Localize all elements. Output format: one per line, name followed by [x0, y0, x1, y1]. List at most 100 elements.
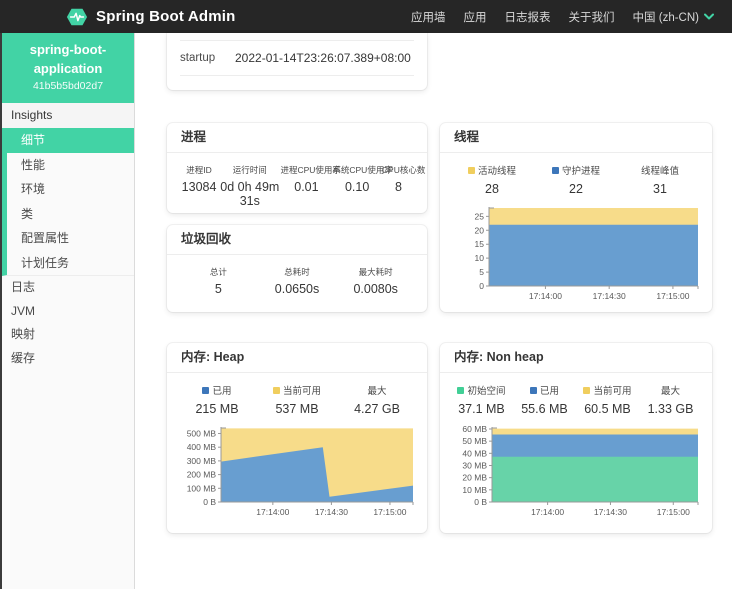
svg-text:17:14:30: 17:14:30 [315, 507, 348, 517]
process-card-title: 进程 [167, 123, 427, 153]
gc-card-title: 垃圾回收 [167, 225, 427, 255]
nonheap-max-label: 最大 [661, 383, 680, 397]
svg-text:100 MB: 100 MB [187, 483, 217, 493]
heap-available-value: 537 MB [257, 402, 337, 416]
svg-text:25: 25 [475, 211, 485, 221]
process-cpu-value: 0.01 [280, 180, 332, 194]
svg-text:300 MB: 300 MB [187, 456, 217, 466]
peak-threads-label: 线程峰值 [641, 163, 679, 177]
svg-text:17:14:00: 17:14:00 [529, 291, 562, 301]
nonheap-initial-swatch [457, 387, 464, 394]
gc-max-time-value: 0.0080s [336, 282, 415, 296]
daemon-threads-label: 守护进程 [562, 163, 600, 177]
sidebar-item-jvm[interactable]: JVM [2, 300, 134, 324]
sidebar-item-mappings[interactable]: 映射 [2, 323, 134, 347]
svg-text:0: 0 [479, 281, 484, 291]
spring-boot-admin-logo-icon [66, 6, 88, 28]
sidebar-item-insights[interactable]: Insights [2, 103, 134, 128]
threads-legend: 活动线程28 守护进程22 线程峰值31 [440, 163, 712, 196]
heap-available-swatch [273, 387, 280, 394]
process-col-cores: CPU核心数 [382, 164, 415, 176]
daemon-threads-swatch [552, 167, 559, 174]
svg-text:15: 15 [475, 239, 485, 249]
svg-text:400 MB: 400 MB [187, 442, 217, 452]
nonheap-used-swatch [530, 387, 537, 394]
locale-label: 中国 (zh-CN) [633, 9, 699, 25]
nonheap-used-label: 已用 [540, 383, 559, 397]
gc-total-time-value: 0.0650s [258, 282, 337, 296]
nav-journal[interactable]: 日志报表 [505, 9, 551, 25]
process-pid-value: 13084 [179, 180, 219, 194]
sidebar-item-scheduled-tasks[interactable]: 计划任务 [7, 251, 134, 276]
svg-text:0 B: 0 B [203, 497, 216, 507]
heap-used-swatch [202, 387, 209, 394]
svg-text:17:15:00: 17:15:00 [373, 507, 406, 517]
top-navigation: 应用墙 应用 日志报表 关于我们 中国 (zh-CN) [411, 9, 714, 25]
locale-selector[interactable]: 中国 (zh-CN) [633, 9, 714, 25]
nonheap-initial-label: 初始空间 [467, 383, 505, 397]
process-uptime-value: 0d 0h 49m 31s [219, 180, 280, 208]
svg-text:17:14:00: 17:14:00 [531, 507, 564, 517]
nonheap-chart: 0 B10 MB20 MB30 MB40 MB50 MB60 MB17:14:0… [454, 423, 698, 517]
heap-used-value: 215 MB [177, 402, 257, 416]
heap-memory-card: 内存: Heap 已用215 MB 当前可用537 MB 最大4.27 GB 0… [167, 343, 427, 533]
nav-applications[interactable]: 应用 [464, 9, 487, 25]
application-name: spring-boot-application [12, 41, 124, 79]
heap-card-title: 内存: Heap [167, 343, 427, 373]
nonheap-legend: 初始空间37.1 MB 已用55.6 MB 当前可用60.5 MB 最大1.33… [440, 383, 712, 416]
insights-submenu: 细节 性能 环境 类 配置属性 计划任务 [2, 128, 134, 276]
svg-text:17:14:30: 17:14:30 [593, 291, 626, 301]
threads-chart: 0 5 10 15 20 25 17:14:00 17:14:30 17:15:00 [454, 203, 698, 299]
app-title: Spring Boot Admin [96, 8, 236, 25]
threads-card: 线程 活动线程28 守护进程22 线程峰值31 051015202517:14:… [440, 123, 712, 312]
sidebar-item-details[interactable]: 细节 [7, 128, 134, 153]
sidebar-item-logs[interactable]: 日志 [2, 276, 134, 300]
sidebar-item-performance[interactable]: 性能 [7, 153, 134, 178]
active-threads-label: 活动线程 [478, 163, 516, 177]
svg-text:20: 20 [475, 225, 485, 235]
instance-id: 41b5b5bd02d7 [12, 80, 124, 92]
heap-max-label: 最大 [367, 383, 386, 397]
nonheap-memory-card: 内存: Non heap 初始空间37.1 MB 已用55.6 MB 当前可用6… [440, 343, 712, 533]
sidebar-application-header[interactable]: spring-boot-application 41b5b5bd02d7 [2, 33, 134, 103]
heap-available-label: 当前可用 [283, 383, 321, 397]
gc-col-total-time: 总耗时 [258, 266, 337, 278]
startup-label: startup [180, 52, 235, 64]
svg-text:17:15:00: 17:15:00 [656, 291, 689, 301]
svg-text:10: 10 [475, 253, 485, 263]
chevron-down-icon [704, 13, 714, 20]
nav-about[interactable]: 关于我们 [569, 9, 615, 25]
sidebar-item-environment[interactable]: 环境 [7, 177, 134, 202]
startup-row: startup 2022-01-14T23:26:07.389+08:00 [180, 41, 414, 76]
gc-card: 垃圾回收 总计5 总耗时0.0650s 最大耗时0.0080s [167, 225, 427, 312]
sidebar-item-classes[interactable]: 类 [7, 202, 134, 227]
svg-text:0 B: 0 B [474, 497, 487, 507]
gc-col-count: 总计 [179, 266, 258, 278]
nonheap-used-value: 55.6 MB [513, 402, 576, 416]
active-threads-value: 28 [450, 182, 534, 196]
process-stats: 进程ID13084 运行时间0d 0h 49m 31s 进程CPU使用率0.01… [167, 164, 427, 208]
sidebar-item-caches[interactable]: 缓存 [2, 347, 134, 371]
svg-text:20 MB: 20 MB [462, 473, 487, 483]
nav-applications-wall[interactable]: 应用墙 [411, 9, 446, 25]
process-col-cpu: 进程CPU使用率 [280, 164, 332, 176]
svg-text:17:15:00: 17:15:00 [657, 507, 690, 517]
threads-card-title: 线程 [440, 123, 712, 153]
gc-stats: 总计5 总耗时0.0650s 最大耗时0.0080s [167, 266, 427, 296]
sidebar-item-config-props[interactable]: 配置属性 [7, 226, 134, 251]
heap-legend: 已用215 MB 当前可用537 MB 最大4.27 GB [167, 383, 427, 416]
svg-text:60 MB: 60 MB [462, 424, 487, 434]
process-col-uptime: 运行时间 [219, 164, 280, 176]
svg-text:5: 5 [479, 267, 484, 277]
brand[interactable]: Spring Boot Admin [66, 6, 236, 28]
gc-col-max-time: 最大耗时 [336, 266, 415, 278]
topbar: Spring Boot Admin 应用墙 应用 日志报表 关于我们 中国 (z… [0, 0, 732, 33]
nonheap-max-value: 1.33 GB [639, 402, 702, 416]
svg-text:17:14:30: 17:14:30 [594, 507, 627, 517]
nonheap-available-value: 60.5 MB [576, 402, 639, 416]
svg-text:10 MB: 10 MB [462, 485, 487, 495]
nonheap-available-label: 当前可用 [593, 383, 631, 397]
svg-text:200 MB: 200 MB [187, 470, 217, 480]
peak-threads-value: 31 [618, 182, 702, 196]
process-cores-value: 8 [382, 180, 415, 194]
